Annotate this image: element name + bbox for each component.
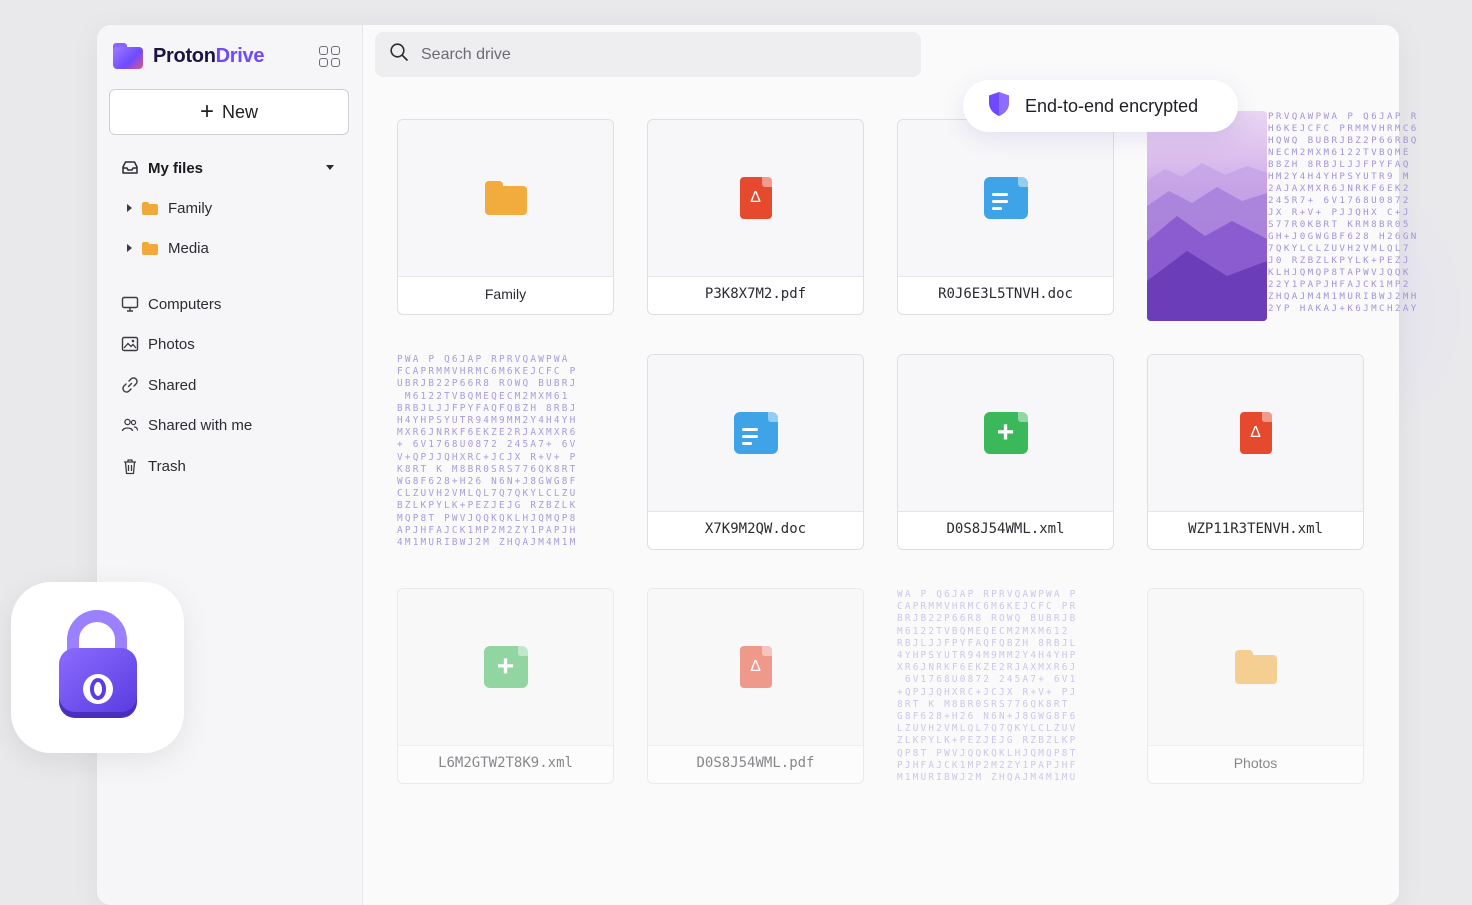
file-card[interactable]: R0J6E3L5TNVH.doc xyxy=(897,119,1114,315)
file-card[interactable]: ∆ P3K8X7M2.pdf xyxy=(647,119,864,315)
mountain-landscape-image xyxy=(1147,163,1267,321)
users-icon xyxy=(121,416,139,434)
sidebar-item-shared[interactable]: Shared xyxy=(121,372,196,398)
image-icon xyxy=(121,335,139,353)
trash-icon xyxy=(121,457,139,475)
sidebar-item-shared-with-me[interactable]: Shared with me xyxy=(121,412,252,438)
folder-icon xyxy=(484,181,527,215)
file-thumbnail: ∆ xyxy=(648,589,863,746)
folder-icon xyxy=(142,241,158,255)
file-name: X7K9M2QW.doc xyxy=(704,521,807,537)
logo[interactable]: ProtonDrive xyxy=(113,43,264,69)
my-files-label: My files xyxy=(148,159,204,177)
file-name: R0J6E3L5TNVH.doc xyxy=(938,286,1073,302)
sidebar-item-computers[interactable]: Computers xyxy=(121,291,221,317)
file-name: D0S8J54WML.xml xyxy=(946,521,1065,537)
folder-icon xyxy=(142,201,158,215)
brand-part2: Drive xyxy=(215,44,265,67)
file-card[interactable]: Photos xyxy=(1147,588,1364,784)
spreadsheet-file-icon: + xyxy=(483,646,528,688)
chevron-right-icon[interactable] xyxy=(127,244,132,252)
document-file-icon xyxy=(733,412,778,454)
sidebar-item-label: Shared with me xyxy=(148,416,253,434)
inbox-icon xyxy=(121,159,139,177)
new-button-label: New xyxy=(222,101,259,122)
document-file-icon xyxy=(983,177,1028,219)
sidebar-item-label: Computers xyxy=(148,295,222,313)
file-thumbnail: ∆ xyxy=(1148,355,1363,512)
shield-icon xyxy=(987,91,1011,122)
file-card[interactable]: X7K9M2QW.doc xyxy=(647,354,864,550)
plus-icon: + xyxy=(199,98,214,125)
file-thumbnail: ∆ xyxy=(648,120,863,277)
sidebar-item-my-files[interactable]: My files xyxy=(121,155,203,181)
sidebar-item-family[interactable]: Family xyxy=(127,195,212,221)
lock-card xyxy=(11,582,184,753)
file-card[interactable]: + L6M2GTW2T8K9.xml xyxy=(397,588,614,784)
encrypted-file-placeholder: WA P Q6JAP RPRVQAWPWA P CAPRMMVHRMC6M6KE… xyxy=(897,589,1078,784)
monitor-icon xyxy=(121,295,139,313)
chevron-down-icon[interactable] xyxy=(326,165,334,170)
encrypted-data-pattern: PRVQAWPWA P Q6JAP R H6KEJCFC PRMMVHRMC6 … xyxy=(1268,111,1419,314)
pdf-file-icon: ∆ xyxy=(739,177,772,219)
file-thumbnail xyxy=(1148,589,1363,746)
chevron-right-icon[interactable] xyxy=(127,204,132,212)
sidebar-item-trash[interactable]: Trash xyxy=(121,453,186,479)
file-thumbnail xyxy=(898,120,1113,277)
sidebar-item-media[interactable]: Media xyxy=(127,235,209,261)
apps-grid-icon[interactable] xyxy=(319,46,341,68)
proton-drive-logo-icon xyxy=(113,43,143,69)
tree-label: Media xyxy=(168,239,209,257)
spreadsheet-file-icon: + xyxy=(983,412,1028,454)
sidebar: ProtonDrive + New My files Family Media xyxy=(97,25,363,905)
file-card[interactable]: ∆ D0S8J54WML.pdf xyxy=(647,588,864,784)
link-icon xyxy=(121,376,139,394)
search-input[interactable] xyxy=(419,44,823,65)
file-thumbnail xyxy=(398,120,613,277)
file-name: Family xyxy=(484,286,527,302)
file-card[interactable]: ∆ WZP11R3TENVH.xml xyxy=(1147,354,1364,550)
file-card[interactable]: Family xyxy=(397,119,614,315)
file-thumbnail xyxy=(648,355,863,512)
encryption-badge-label: End-to-end encrypted xyxy=(1025,95,1199,116)
file-thumbnail: + xyxy=(398,589,613,746)
file-name: WZP11R3TENVH.xml xyxy=(1188,521,1323,537)
new-button[interactable]: + New xyxy=(109,89,349,135)
file-name: Photos xyxy=(1233,755,1278,771)
file-name: D0S8J54WML.pdf xyxy=(696,755,815,771)
sidebar-item-label: Trash xyxy=(148,457,186,475)
tree-label: Family xyxy=(168,199,213,217)
brand-name: ProtonDrive xyxy=(153,45,264,68)
sidebar-item-photos[interactable]: Photos xyxy=(121,331,195,357)
search-bar[interactable] xyxy=(375,32,921,77)
folder-icon xyxy=(1234,650,1277,684)
pdf-file-icon: ∆ xyxy=(1239,412,1272,454)
photo-thumbnail[interactable] xyxy=(1147,111,1267,321)
sidebar-item-label: Shared xyxy=(148,376,197,394)
file-thumbnail: + xyxy=(898,355,1113,512)
sidebar-item-label: Photos xyxy=(148,335,195,353)
file-name: L6M2GTW2T8K9.xml xyxy=(438,755,573,771)
encryption-badge: End-to-end encrypted xyxy=(963,80,1238,132)
lock-icon xyxy=(59,610,137,718)
pdf-file-icon: ∆ xyxy=(739,646,772,688)
brand-part1: Proton xyxy=(153,44,216,67)
file-name: P3K8X7M2.pdf xyxy=(704,286,807,302)
search-icon xyxy=(389,42,409,67)
encrypted-file-placeholder: PWA P Q6JAP RPRVQAWPWA FCAPRMMVHRMC6M6KE… xyxy=(397,354,578,549)
file-card[interactable]: + D0S8J54WML.xml xyxy=(897,354,1114,550)
